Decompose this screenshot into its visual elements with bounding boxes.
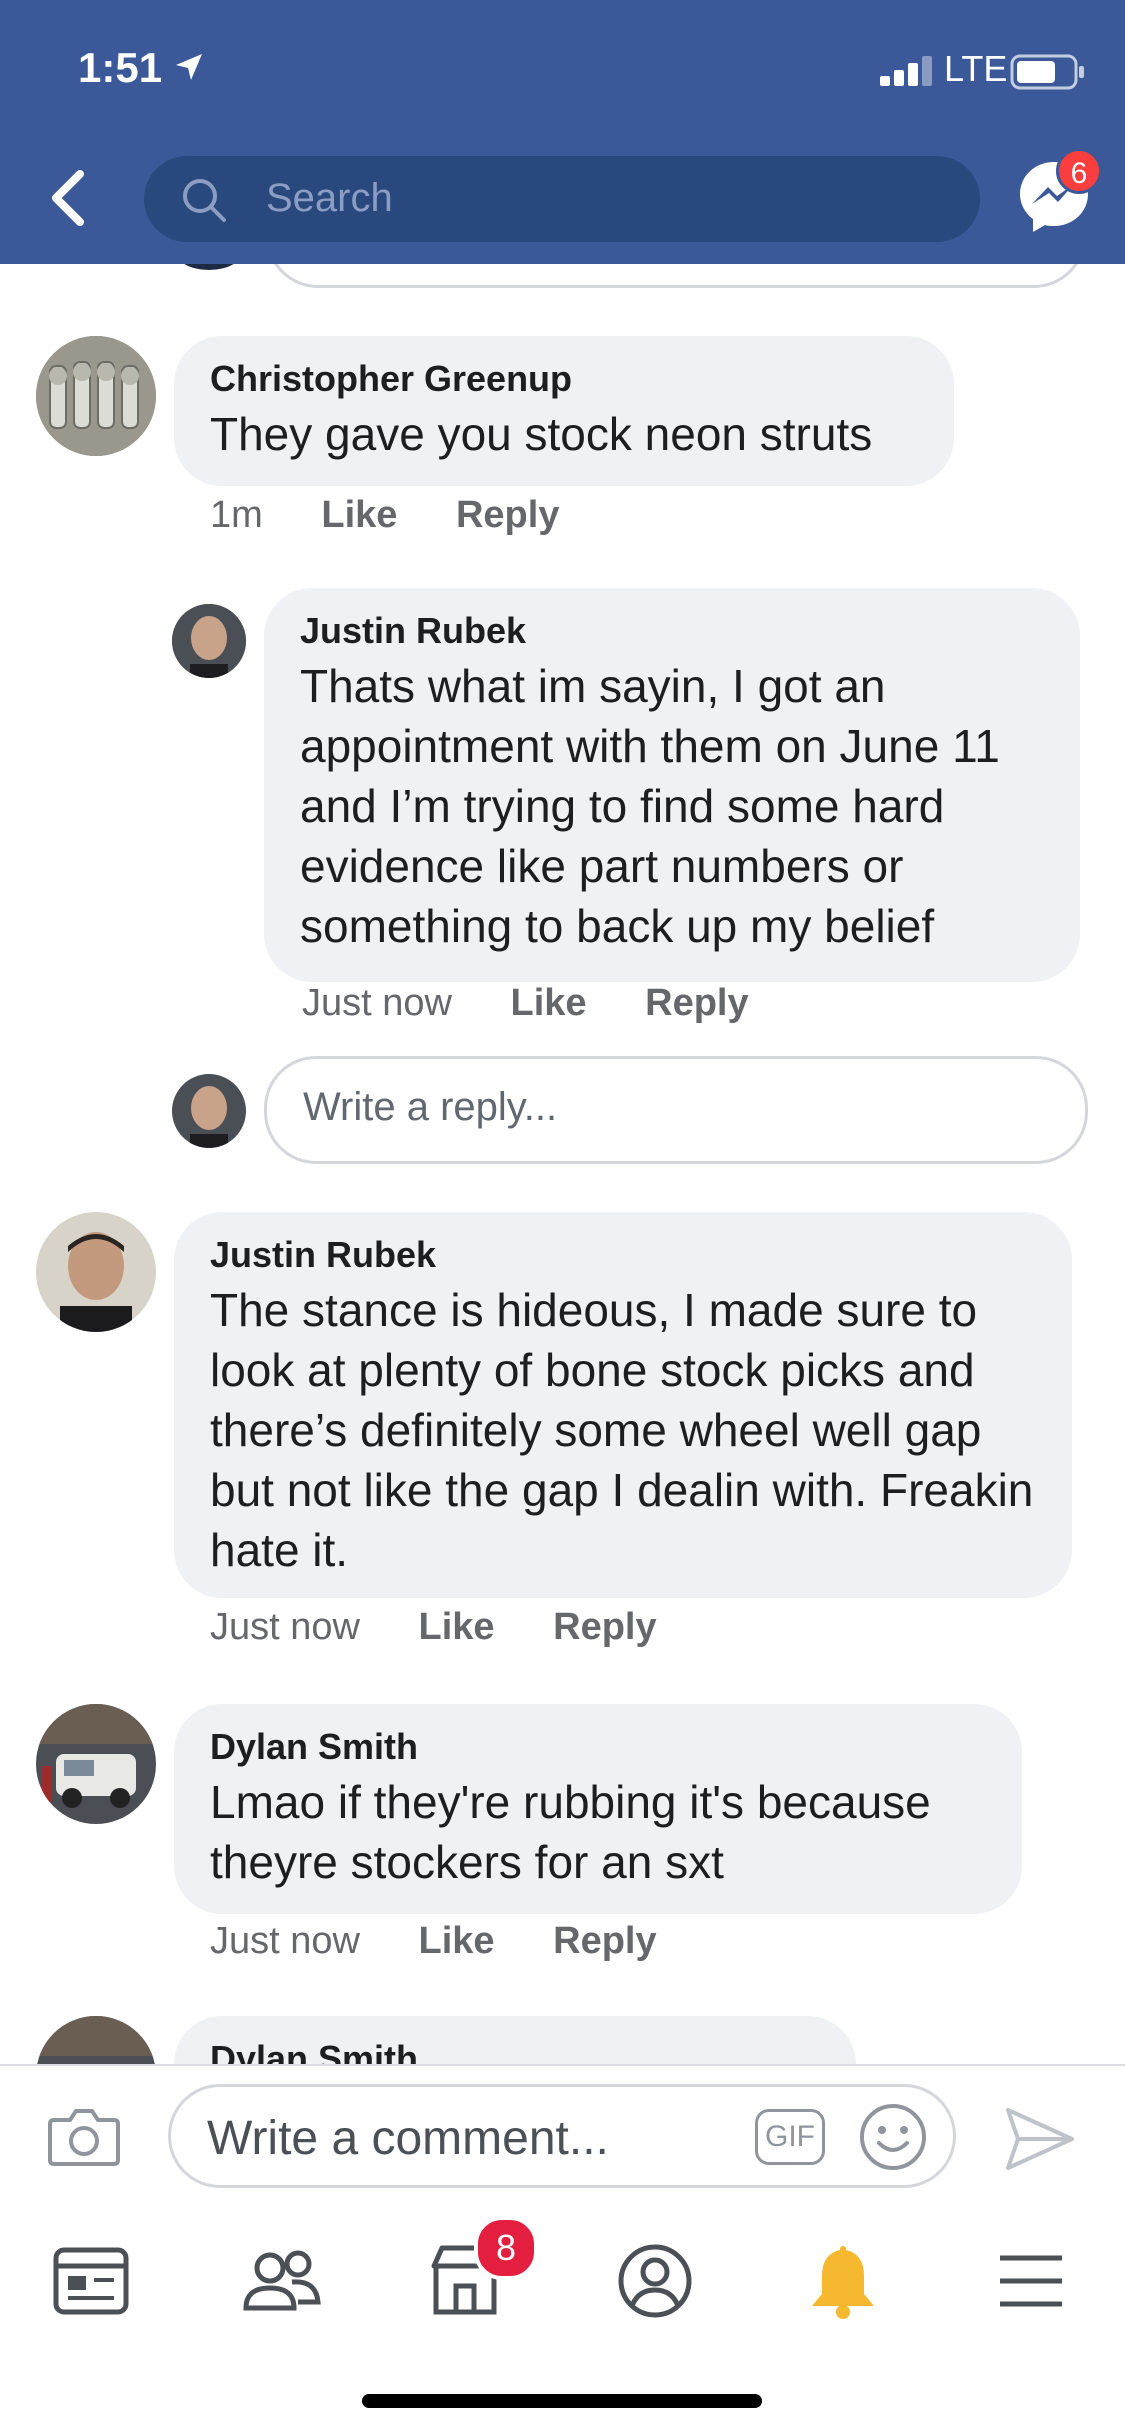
comment-placeholder: Write a comment... — [207, 2112, 609, 2165]
comment-meta: Just now Like Reply — [210, 1920, 657, 1963]
avatar[interactable] — [172, 604, 246, 678]
comment-text: Thats what im sayin, I got an appointmen… — [300, 660, 1000, 952]
reply-input-partial[interactable] — [266, 264, 1086, 288]
comment-bubble[interactable]: Christopher Greenup They gave you stock … — [174, 336, 954, 486]
comment-author[interactable]: Christopher Greenup — [210, 358, 918, 400]
friends-icon[interactable] — [236, 2236, 326, 2326]
comment-bubble[interactable]: Justin Rubek Thats what im sayin, I got … — [264, 588, 1080, 982]
camera-icon[interactable] — [48, 2106, 120, 2166]
avatar-image — [172, 604, 246, 678]
search-input[interactable]: Search — [144, 156, 980, 242]
network-label: LTE — [944, 48, 1008, 89]
send-icon[interactable] — [1004, 2106, 1076, 2172]
comment-text: They gave you stock neon struts — [210, 408, 873, 460]
reply-input[interactable]: Write a reply... — [264, 1056, 1088, 1164]
messenger-badge: 6 — [1056, 148, 1102, 194]
news-feed-icon[interactable] — [46, 2236, 136, 2326]
status-time: 1:51 — [78, 44, 163, 91]
comment-bubble[interactable]: Justin Rubek The stance is hideous, I ma… — [174, 1212, 1072, 1598]
reply-button[interactable]: Reply — [553, 1606, 656, 1648]
comment-time: Just now — [210, 1606, 360, 1648]
gif-button[interactable]: GIF — [755, 2109, 825, 2165]
search-placeholder: Search — [266, 176, 393, 220]
comment-meta: Just now Like Reply — [210, 1606, 657, 1649]
comment-time: Just now — [302, 982, 452, 1024]
emoji-icon[interactable] — [857, 2101, 929, 2173]
avatar-image — [36, 1212, 156, 1332]
back-icon[interactable] — [44, 168, 94, 228]
avatar[interactable] — [36, 336, 156, 456]
signal-icon — [880, 56, 932, 86]
comment-meta: 1m Like Reply — [210, 494, 559, 537]
avatar-image — [172, 1074, 246, 1148]
avatar-image — [36, 2016, 156, 2064]
notifications-icon[interactable] — [798, 2236, 888, 2326]
comments-feed: Christopher Greenup They gave you stock … — [0, 264, 1125, 2064]
like-button[interactable]: Like — [321, 494, 397, 536]
search-icon — [183, 179, 226, 222]
comment-meta: Just now Like Reply — [302, 982, 749, 1025]
avatar — [176, 264, 242, 270]
marketplace-badge: 8 — [474, 2216, 538, 2280]
comment-author[interactable]: Justin Rubek — [300, 610, 1044, 652]
like-button[interactable]: Like — [511, 982, 587, 1024]
comment-text: Lmao if they're rubbing it's because the… — [210, 1776, 931, 1888]
comment-composer: Write a comment... GIF — [0, 2064, 1125, 2200]
avatar[interactable] — [36, 1704, 156, 1824]
reply-button[interactable]: Reply — [645, 982, 748, 1024]
avatar-image — [36, 1704, 156, 1824]
like-button[interactable]: Like — [419, 1606, 495, 1648]
profile-icon[interactable] — [610, 2236, 700, 2326]
comment-bubble[interactable]: Dylan Smith Lmao if they're rubbing it's… — [174, 1704, 1022, 1914]
comment-input[interactable]: Write a comment... GIF — [168, 2084, 956, 2188]
reply-button[interactable]: Reply — [553, 1920, 656, 1962]
like-button[interactable]: Like — [419, 1920, 495, 1962]
comment-author[interactable]: Dylan Smith — [210, 1726, 986, 1768]
home-indicator[interactable] — [362, 2394, 762, 2408]
comment-time: 1m — [210, 494, 263, 536]
avatar — [172, 1074, 246, 1148]
reply-placeholder: Write a reply... — [303, 1085, 558, 1129]
top-bar: 1:51 LTE Search 6 — [0, 0, 1125, 264]
avatar[interactable] — [36, 2016, 156, 2064]
comment-time: Just now — [210, 1920, 360, 1962]
comment-bubble[interactable]: Dylan Smith — [174, 2016, 856, 2064]
comment-author[interactable]: Justin Rubek — [210, 1234, 1036, 1276]
menu-icon[interactable] — [986, 2236, 1076, 2326]
avatar-image — [36, 336, 156, 456]
location-arrow-icon — [176, 54, 202, 80]
battery-icon — [1010, 54, 1084, 90]
comment-author[interactable]: Dylan Smith — [210, 2038, 820, 2064]
comment-text: The stance is hideous, I made sure to lo… — [210, 1284, 1034, 1576]
reply-button[interactable]: Reply — [456, 494, 559, 536]
avatar[interactable] — [36, 1212, 156, 1332]
